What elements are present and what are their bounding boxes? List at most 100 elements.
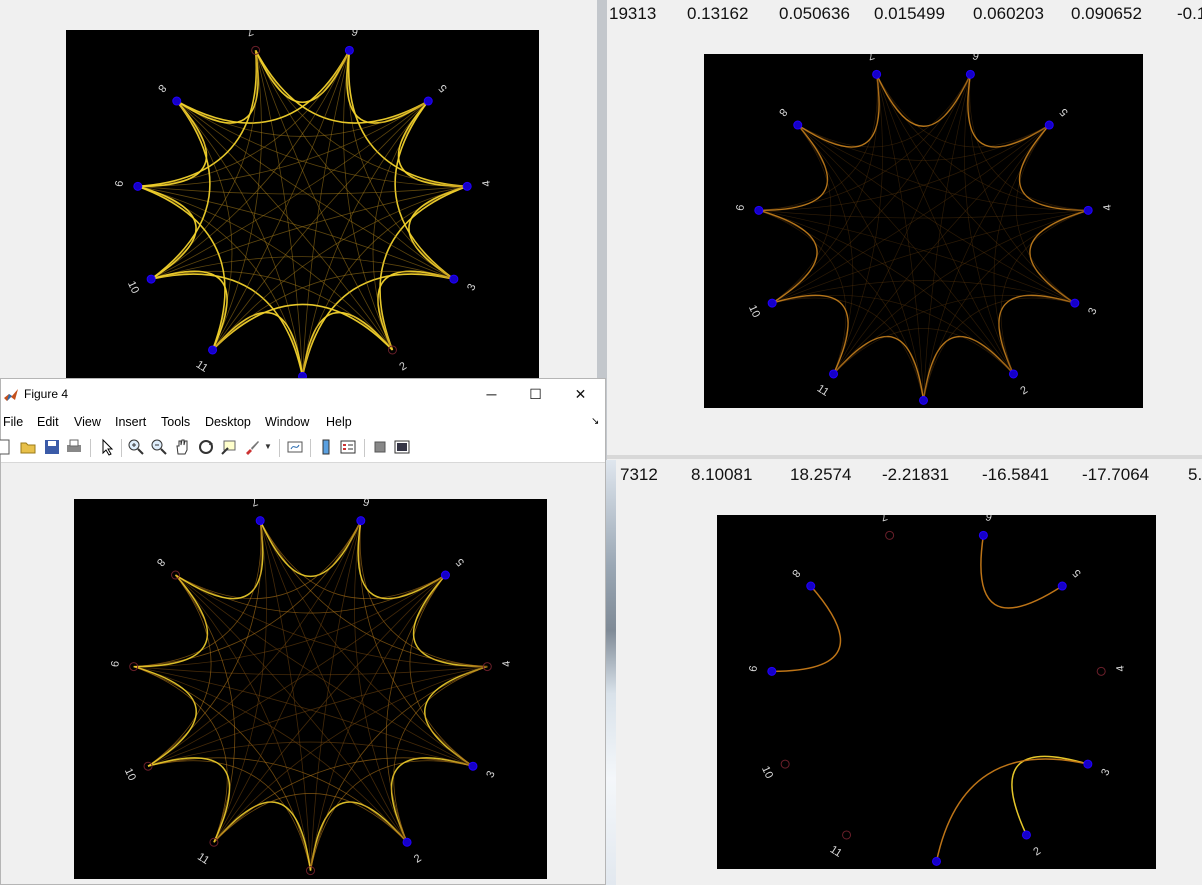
node-marker <box>344 45 354 55</box>
plot-panel-bottom-right[interactable]: 1234567891011 <box>717 515 1156 869</box>
connection-edge <box>833 328 1014 375</box>
connection-edge <box>993 124 1050 375</box>
connection-edge <box>213 793 408 843</box>
matrix-row-top: 19313 0.13162 0.050636 0.015499 0.060203… <box>607 4 1202 26</box>
chevron-down-icon[interactable]: ▼ <box>263 438 273 456</box>
pan-icon[interactable] <box>173 438 191 456</box>
connection-edge <box>213 520 362 843</box>
new-figure-icon[interactable] <box>0 438 13 456</box>
show-plot-tools-icon[interactable] <box>393 438 411 456</box>
matrix-value: -16.5841 <box>982 465 1050 484</box>
node-label: 7 <box>879 515 888 523</box>
menu-desktop[interactable]: Desktop <box>205 415 251 429</box>
connection-edge <box>385 574 446 843</box>
pointer-icon[interactable] <box>98 438 116 456</box>
menu-file[interactable]: File <box>3 415 23 429</box>
colorbar-icon[interactable] <box>317 438 335 456</box>
connection-edge <box>935 758 1089 862</box>
node-marker <box>209 837 219 847</box>
connection-edge <box>379 185 468 351</box>
open-file-icon[interactable] <box>19 438 37 456</box>
node-label: 6 <box>984 515 993 523</box>
node-label: 2 <box>1031 845 1043 858</box>
connection-edge <box>150 50 350 280</box>
connection-edge <box>876 74 1014 375</box>
matlab-icon <box>4 389 18 401</box>
connection-edge <box>758 209 1089 219</box>
node-label: 11 <box>194 359 210 375</box>
connection-edge <box>151 256 454 280</box>
node-marker <box>440 570 450 580</box>
matrix-value: 0.13162 <box>687 4 749 23</box>
node-marker <box>885 530 895 540</box>
node-label: 10 <box>125 279 141 295</box>
window-title: Figure 4 <box>24 387 69 401</box>
title-bar[interactable]: Figure 4 ─ ☐ ✕ <box>1 379 605 410</box>
menu-tools[interactable]: Tools <box>161 415 190 429</box>
connection-edge <box>254 50 351 104</box>
print-icon[interactable] <box>65 438 83 456</box>
node-marker <box>356 516 366 526</box>
connection-edge <box>772 280 1075 304</box>
legend-icon[interactable] <box>339 438 357 456</box>
connection-edge <box>833 74 971 375</box>
connection-edge <box>254 49 429 124</box>
connection-edge <box>176 100 303 377</box>
menu-help[interactable]: Help <box>326 415 352 429</box>
link-plot-icon[interactable] <box>286 438 304 456</box>
connection-edge <box>147 741 474 767</box>
node-marker <box>468 761 478 771</box>
node-marker <box>146 274 156 284</box>
hide-plot-tools-icon[interactable] <box>371 438 389 456</box>
connection-edge <box>150 270 228 351</box>
save-icon[interactable] <box>43 438 61 456</box>
node-marker <box>829 369 839 379</box>
menu-window[interactable]: Window <box>265 415 309 429</box>
connection-edge <box>310 520 362 871</box>
connection-edge <box>346 50 429 124</box>
data-cursor-icon[interactable] <box>220 438 238 456</box>
matrix-value: -2.21831 <box>882 465 950 484</box>
rotate-3d-icon[interactable] <box>197 438 215 456</box>
connection-edge <box>175 520 362 599</box>
zoom-out-icon[interactable] <box>150 438 168 456</box>
plot-panel-top-left[interactable]: 1234567891011 <box>66 30 539 384</box>
toolbar-separator <box>310 439 311 457</box>
connection-edge <box>876 74 1050 148</box>
matrix-value: 0.050636 <box>779 4 850 23</box>
node-label: 7 <box>866 54 875 62</box>
menu-edit[interactable]: Edit <box>37 415 59 429</box>
node-marker <box>978 530 988 540</box>
connection-edge <box>137 50 258 188</box>
brush-icon[interactable] <box>243 438 261 456</box>
menu-insert[interactable]: Insert <box>115 415 146 429</box>
connection-edge <box>1011 755 1089 836</box>
edge-group <box>133 520 488 871</box>
connection-edge <box>133 666 474 767</box>
menu-bar: File Edit View Insert Tools Desktop Wind… <box>1 410 605 434</box>
bottom-right-window: 7312 8.10081 18.2574 -2.21831 -16.5841 -… <box>607 459 1202 885</box>
edge-group <box>137 49 468 377</box>
menu-view[interactable]: View <box>74 415 101 429</box>
node-label: 8 <box>154 556 167 568</box>
connection-edge <box>151 185 468 280</box>
node-label: 3 <box>465 282 478 293</box>
node-label: 4 <box>501 660 514 668</box>
plot-panel-top-right[interactable]: 1234567891011 <box>704 54 1143 408</box>
node-marker <box>806 581 816 591</box>
node-marker <box>919 395 928 405</box>
maximize-button[interactable]: ☐ <box>513 379 558 410</box>
close-button[interactable]: ✕ <box>558 379 603 410</box>
dock-arrow-icon[interactable]: ↘ <box>591 416 599 427</box>
plot-panel-figure-4[interactable]: 1234567891011 <box>74 499 547 879</box>
matrix-value: 19313 <box>609 4 657 23</box>
connection-edge <box>133 666 488 676</box>
node-marker <box>932 856 941 866</box>
connection-edge <box>137 185 454 280</box>
node-label: 9 <box>112 180 125 188</box>
node-label: 4 <box>1102 204 1115 212</box>
node-marker <box>965 69 975 79</box>
connection-edge <box>137 185 303 377</box>
minimize-button[interactable]: ─ <box>469 379 514 410</box>
zoom-in-icon[interactable] <box>127 438 145 456</box>
